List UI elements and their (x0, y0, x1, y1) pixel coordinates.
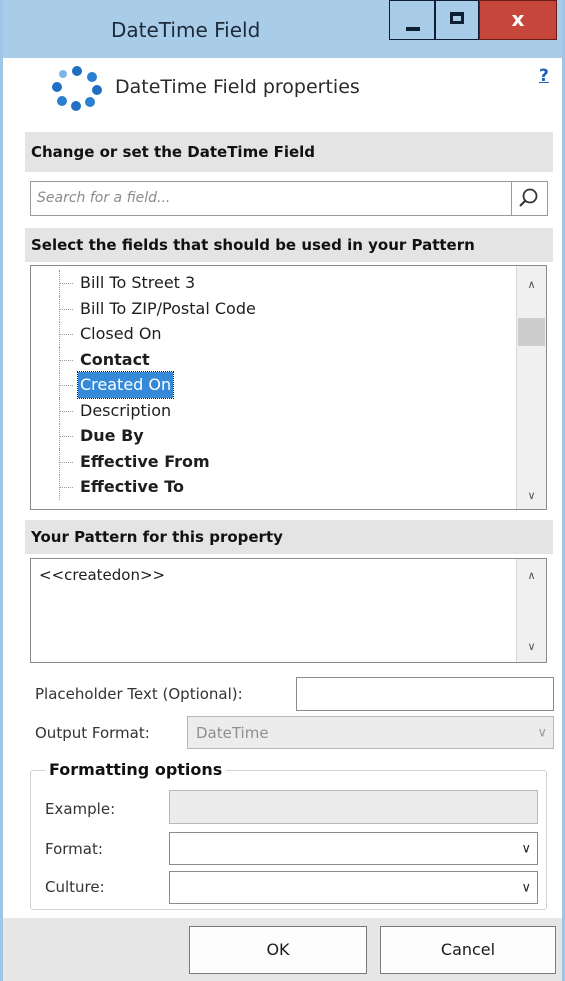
chevron-down-icon: ∨ (537, 725, 547, 740)
list-item-label: Due By (80, 426, 144, 445)
list-item[interactable]: Description (31, 398, 516, 424)
list-item[interactable]: Effective To (31, 474, 516, 500)
scroll-up-arrow[interactable]: ∧ (517, 565, 546, 587)
list-item[interactable]: Effective From (31, 449, 516, 475)
output-format-label: Output Format: (35, 724, 150, 742)
scroll-thumb[interactable] (518, 318, 545, 346)
formatting-options-title: Formatting options (45, 760, 227, 779)
scroll-down-arrow[interactable]: ∨ (517, 636, 546, 658)
dialog-heading: DateTime Field properties (115, 76, 360, 98)
close-icon: x (511, 7, 525, 31)
placeholder-label: Placeholder Text (Optional): (35, 685, 243, 703)
minimize-button[interactable] (389, 0, 435, 40)
search-icon (519, 188, 538, 207)
chevron-down-icon: ∨ (521, 880, 531, 895)
field-search-input[interactable]: Search for a field... (30, 181, 512, 216)
list-item[interactable]: Contact (31, 347, 516, 373)
list-item-label: Effective To (80, 477, 184, 496)
dialog-window: DateTime Field x DateTime Field properti… (0, 0, 565, 981)
placeholder-input[interactable] (296, 677, 554, 711)
pattern-scrollbar[interactable]: ∧ ∨ (516, 559, 546, 662)
list-item-selected[interactable]: Created On (31, 371, 516, 399)
list-item[interactable]: Bill To ZIP/Postal Code (31, 296, 516, 322)
window-title: DateTime Field (111, 18, 261, 42)
pattern-textarea[interactable]: <<createdon>> ∧ ∨ (30, 558, 547, 663)
list-item-label: Bill To Street 3 (80, 273, 196, 292)
section-title-change-field: Change or set the DateTime Field (25, 132, 553, 172)
search-button[interactable] (512, 181, 548, 216)
chevron-down-icon: ∨ (521, 841, 531, 856)
scroll-down-arrow[interactable]: ∨ (517, 485, 546, 507)
scroll-up-arrow[interactable]: ∧ (517, 274, 546, 296)
minimize-icon (406, 27, 420, 31)
example-field (169, 790, 538, 824)
maximize-icon (450, 12, 464, 24)
list-item-label: Created On (76, 371, 175, 399)
app-logo-icon (52, 66, 102, 111)
format-select[interactable]: ∨ (169, 832, 538, 865)
list-item[interactable]: Due By (31, 423, 516, 449)
list-item-label: Closed On (80, 324, 162, 343)
maximize-button[interactable] (435, 0, 479, 40)
list-item-label: Contact (80, 350, 150, 369)
help-link[interactable]: ? (539, 66, 549, 86)
list-item[interactable]: Closed On (31, 321, 516, 347)
field-list-scrollbar[interactable]: ∧ ∨ (516, 266, 546, 509)
title-bar[interactable]: DateTime Field x (3, 0, 562, 58)
section-title-select-fields: Select the fields that should be used in… (25, 228, 553, 262)
close-button[interactable]: x (479, 0, 557, 40)
pattern-value: <<createdon>> (39, 566, 166, 584)
list-item-label: Description (80, 401, 172, 420)
list-item[interactable]: Bill To Street 3 (31, 270, 516, 296)
format-label: Format: (45, 840, 103, 858)
field-tree-list[interactable]: Bill To Street 3 Bill To ZIP/Postal Code… (30, 265, 547, 510)
list-item-label: Effective From (80, 452, 210, 471)
culture-select[interactable]: ∨ (169, 871, 538, 904)
culture-label: Culture: (45, 878, 105, 896)
section-title-pattern: Your Pattern for this property (25, 520, 553, 554)
list-item-label: Bill To ZIP/Postal Code (80, 299, 256, 318)
ok-button[interactable]: OK (189, 926, 367, 974)
cancel-button[interactable]: Cancel (380, 926, 556, 974)
example-label: Example: (45, 800, 116, 818)
output-format-value: DateTime (196, 723, 269, 742)
output-format-select[interactable]: DateTime ∨ (187, 716, 554, 749)
